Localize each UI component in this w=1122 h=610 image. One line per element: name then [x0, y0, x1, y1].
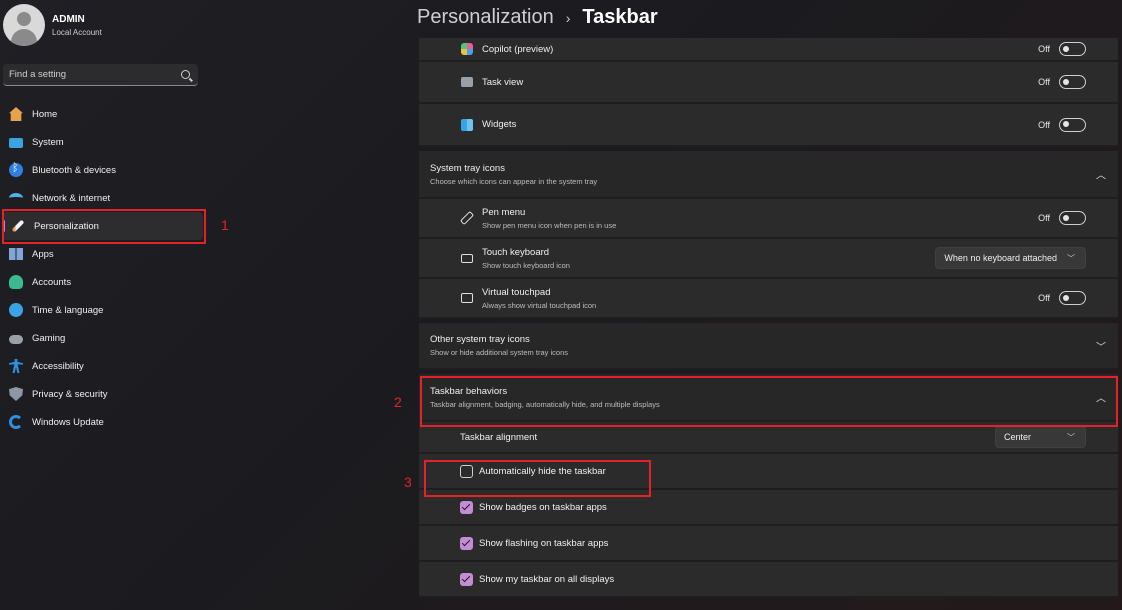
section-title: System tray icons — [430, 162, 505, 174]
setting-row-copilot: Copilot (preview) Off — [419, 38, 1118, 62]
chevron-down-icon: ﹀ — [1067, 432, 1075, 442]
setting-label: Touch keyboard — [482, 246, 550, 258]
update-icon — [9, 415, 23, 429]
breadcrumb-separator: › — [565, 9, 571, 26]
search-icon — [181, 70, 190, 79]
setting-row-task-view: Task view Off — [419, 62, 1118, 104]
profile-name: ADMIN — [52, 13, 85, 25]
sidebar-item-apps[interactable]: Apps — [0, 240, 205, 268]
toggle-state: Off — [1038, 213, 1050, 223]
sidebar-item-bluetooth[interactable]: Bluetooth & devices — [0, 156, 205, 184]
avatar — [3, 4, 45, 46]
wifi-icon — [9, 193, 23, 203]
accessibility-icon — [9, 359, 23, 373]
section-subtitle: Show or hide additional system tray icon… — [430, 348, 568, 357]
system-icon — [9, 138, 23, 148]
sidebar-item-home[interactable]: Home — [0, 100, 205, 128]
setting-label: Pen menu — [482, 206, 526, 218]
widgets-icon — [461, 118, 473, 131]
sidebar-item-network[interactable]: Network & internet — [0, 184, 205, 212]
all-displays-checkbox[interactable] — [460, 572, 473, 586]
toggle-state: Off — [1038, 44, 1050, 54]
nav-list: Home System Bluetooth & devices Network … — [0, 100, 205, 436]
alignment-dropdown[interactable]: Center ﹀ — [995, 426, 1086, 448]
setting-label: Widgets — [482, 119, 517, 130]
apps-icon — [9, 248, 23, 260]
section-title: Other system tray icons — [430, 334, 530, 345]
globe-icon — [9, 303, 23, 317]
setting-label: Virtual touchpad — [482, 286, 551, 298]
setting-desc: Show touch keyboard icon — [482, 260, 570, 270]
toggle-state: Off — [1038, 77, 1050, 87]
flashing-checkbox[interactable] — [460, 536, 473, 550]
annotation-box-1 — [2, 209, 206, 244]
sidebar-item-windows-update[interactable]: Windows Update — [0, 408, 205, 436]
checkbox-row-flashing[interactable]: Show flashing on taskbar apps — [419, 526, 1118, 562]
controller-icon — [9, 335, 23, 344]
setting-row-pen-menu: Pen menu Show pen menu icon when pen is … — [419, 199, 1118, 239]
breadcrumb-parent[interactable]: Personalization — [417, 6, 554, 29]
annotation-box-3 — [424, 460, 651, 497]
checkbox-label: Show flashing on taskbar apps — [479, 537, 609, 549]
search-input[interactable]: Find a setting — [3, 64, 198, 86]
dropdown-value: Center — [1004, 432, 1032, 442]
setting-row-widgets: Widgets Off — [419, 104, 1118, 147]
sidebar-item-accessibility[interactable]: Accessibility — [0, 352, 205, 380]
task-view-icon — [461, 77, 473, 87]
checkbox-label: Show my taskbar on all displays — [479, 573, 615, 585]
chevron-down-icon: ﹀ — [1096, 342, 1106, 353]
copilot-icon — [461, 43, 473, 55]
dropdown-value: When no keyboard attached — [944, 253, 1057, 263]
profile-subtitle: Local Account — [52, 27, 102, 37]
virtual-touchpad-toggle[interactable] — [1059, 291, 1086, 305]
settings-content: Copilot (preview) Off Task view Off Widg… — [419, 38, 1118, 598]
keyboard-icon — [461, 253, 473, 263]
sidebar: ADMIN Local Account Find a setting Home … — [0, 0, 210, 610]
person-icon — [9, 275, 23, 289]
checkbox-label: Show badges on taskbar apps — [479, 501, 607, 513]
section-other-tray[interactable]: Other system tray icons Show or hide add… — [419, 323, 1118, 370]
shield-icon — [9, 387, 23, 401]
annotation-number-3: 3 — [404, 474, 412, 490]
section-system-tray[interactable]: System tray icons Choose which icons can… — [419, 151, 1118, 199]
touchpad-icon — [461, 293, 473, 303]
copilot-toggle[interactable] — [1059, 42, 1086, 56]
touch-keyboard-dropdown[interactable]: When no keyboard attached ﹀ — [935, 247, 1086, 269]
search-placeholder: Find a setting — [9, 69, 67, 80]
setting-label: Task view — [482, 76, 524, 88]
annotation-number-1: 1 — [221, 217, 229, 233]
page-title: Taskbar — [582, 6, 658, 28]
task-view-toggle[interactable] — [1059, 75, 1086, 89]
home-icon — [9, 107, 23, 121]
toggle-state: Off — [1038, 293, 1050, 303]
pen-icon — [459, 210, 475, 226]
sidebar-item-privacy[interactable]: Privacy & security — [0, 380, 205, 408]
section-subtitle: Choose which icons can appear in the sys… — [430, 176, 598, 186]
setting-label: Taskbar alignment — [460, 431, 538, 443]
setting-desc: Show pen menu icon when pen is in use — [482, 220, 617, 230]
breadcrumb: Personalization › Taskbar — [417, 6, 658, 29]
setting-desc: Always show virtual touchpad icon — [482, 300, 597, 310]
sidebar-item-system[interactable]: System — [0, 128, 205, 156]
checkbox-row-all-displays[interactable]: Show my taskbar on all displays — [419, 562, 1118, 598]
widgets-toggle[interactable] — [1059, 117, 1086, 132]
chevron-down-icon: ﹀ — [1067, 253, 1075, 263]
annotation-number-2: 2 — [394, 394, 402, 410]
annotation-box-2 — [420, 376, 1118, 427]
setting-label: Copilot (preview) — [482, 43, 554, 55]
toggle-state: Off — [1038, 119, 1050, 130]
pen-menu-toggle[interactable] — [1059, 211, 1086, 225]
setting-row-virtual-touchpad: Virtual touchpad Always show virtual tou… — [419, 279, 1118, 319]
chevron-up-icon: ︿ — [1096, 170, 1106, 182]
setting-row-touch-keyboard: Touch keyboard Show touch keyboard icon … — [419, 239, 1118, 279]
sidebar-item-gaming[interactable]: Gaming — [0, 324, 205, 352]
sidebar-item-time-language[interactable]: Time & language — [0, 296, 205, 324]
bluetooth-icon — [9, 162, 23, 177]
profile[interactable]: ADMIN Local Account — [3, 4, 102, 46]
sidebar-item-accounts[interactable]: Accounts — [0, 268, 205, 296]
badges-checkbox[interactable] — [460, 500, 473, 514]
